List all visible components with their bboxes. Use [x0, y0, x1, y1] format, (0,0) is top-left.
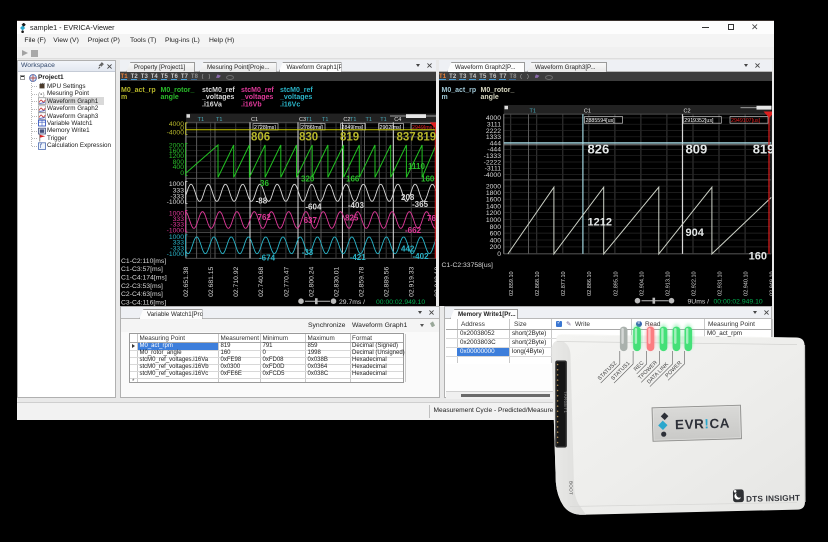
svg-text:C1-C2:110[ms]: C1-C2:110[ms] — [121, 258, 166, 265]
svg-text:BOOT: BOOT — [569, 481, 574, 495]
svg-text:02.913.10: 02.913.10 — [665, 271, 671, 295]
svg-text:.i16Vb: .i16Vb — [241, 101, 262, 108]
svg-text:M0_act_rp: M0_act_rp — [121, 87, 156, 94]
svg-text:02.940.10: 02.940.10 — [743, 271, 749, 295]
svg-text:02.931.10: 02.931.10 — [717, 271, 723, 295]
svg-text:02.889.56: 02.889.56 — [384, 266, 391, 296]
svg-text:9Ums /: 9Ums / — [687, 298, 709, 305]
svg-text:-365: -365 — [412, 200, 429, 209]
svg-text:02.681.15: 02.681.15 — [208, 266, 215, 296]
svg-text:768: 768 — [427, 214, 436, 223]
svg-text:-421: -421 — [350, 252, 367, 261]
svg-text:EVR!CA: EVR!CA — [675, 416, 730, 433]
svg-text:02.949.10: 02.949.10 — [769, 271, 772, 295]
svg-text:_voltages: _voltages — [201, 94, 234, 101]
svg-text:C3-C4:116[ms]: C3-C4:116[ms] — [121, 299, 166, 306]
svg-text:angle: angle — [480, 94, 498, 101]
svg-text:02.830.01: 02.830.01 — [333, 266, 340, 296]
svg-text:02.895.10: 02.895.10 — [613, 271, 619, 295]
svg-text:02.651.38: 02.651.38 — [183, 266, 190, 296]
svg-text:C1-C3:57[ms]: C1-C3:57[ms] — [121, 266, 163, 273]
svg-text:C1: C1 — [583, 108, 590, 114]
svg-text:_voltages: _voltages — [279, 94, 312, 101]
svg-text:02.922.10: 02.922.10 — [691, 271, 697, 295]
svg-text:M0_rotor_: M0_rotor_ — [161, 87, 195, 94]
svg-text:DTS INSIGHT: DTS INSIGHT — [746, 494, 800, 504]
svg-text:160: 160 — [421, 174, 435, 183]
svg-text:02.710.92: 02.710.92 — [233, 266, 240, 296]
svg-text:stcM0_ref: stcM0_ref — [202, 87, 235, 94]
svg-text:-402: -402 — [413, 251, 430, 260]
svg-text:02.877.10: 02.877.10 — [561, 271, 567, 295]
svg-text:00:00:02.949.10: 00:00:02.949.10 — [713, 298, 762, 305]
svg-text:826: 826 — [587, 141, 609, 156]
svg-text:1212: 1212 — [587, 216, 611, 228]
svg-text:819: 819 — [340, 131, 359, 143]
svg-text:00:00:02.949.10: 00:00:02.949.10 — [376, 299, 425, 306]
svg-text:809: 809 — [685, 141, 707, 156]
svg-text:C1-C2:33758[us]: C1-C2:33758[us] — [441, 261, 492, 268]
svg-text:TARGET1: TARGET1 — [563, 391, 568, 414]
svg-text:02.919.33: 02.919.33 — [409, 266, 416, 296]
svg-text:02.886.10: 02.886.10 — [587, 271, 593, 295]
svg-text:02.770.47: 02.770.47 — [283, 266, 290, 296]
svg-text:2885594[us]: 2885594[us] — [585, 118, 615, 124]
svg-text:02.868.10: 02.868.10 — [535, 271, 541, 295]
svg-text:C1-C4:174[ms]: C1-C4:174[ms] — [121, 274, 167, 281]
svg-text:02.949.10: 02.949.10 — [434, 266, 436, 296]
svg-text:C2: C2 — [683, 108, 690, 114]
svg-text:02.859.78: 02.859.78 — [359, 266, 366, 296]
svg-text:36: 36 — [260, 179, 269, 188]
svg-text:stcM0_ref: stcM0_ref — [280, 87, 313, 94]
svg-text:-604: -604 — [305, 202, 322, 211]
svg-text:2919352[us]: 2919352[us] — [684, 118, 714, 124]
svg-text:-33: -33 — [302, 248, 314, 257]
svg-text:320: 320 — [301, 174, 315, 183]
svg-text:0: 0 — [497, 250, 501, 257]
svg-text:02.859.10: 02.859.10 — [509, 271, 515, 295]
svg-text:0: 0 — [180, 169, 184, 176]
svg-text:819: 819 — [417, 131, 436, 143]
svg-text:806: 806 — [251, 131, 270, 143]
svg-text:1200: 1200 — [485, 210, 500, 217]
svg-text:-4000: -4000 — [483, 172, 501, 179]
svg-text:830: 830 — [299, 131, 318, 143]
svg-text:M0_act_rp: M0_act_rp — [441, 87, 476, 94]
svg-text:825: 825 — [345, 213, 359, 222]
svg-text:.i16Va: .i16Va — [202, 101, 222, 108]
svg-text:02.904.10: 02.904.10 — [639, 271, 645, 295]
svg-text:_voltages: _voltages — [240, 94, 273, 101]
svg-text:-1000: -1000 — [167, 251, 185, 258]
svg-text:M0_rotor_: M0_rotor_ — [480, 87, 514, 94]
svg-text:stcM0_ref: stcM0_ref — [241, 87, 274, 94]
svg-text:762: 762 — [258, 213, 272, 222]
svg-text:C2-C3:53[ms]: C2-C3:53[ms] — [121, 282, 163, 289]
svg-text:637: 637 — [304, 216, 318, 225]
svg-text:819: 819 — [752, 141, 771, 156]
svg-text:m: m — [441, 94, 447, 101]
svg-text:-88: -88 — [256, 196, 268, 205]
svg-text:-674: -674 — [259, 253, 276, 262]
svg-text:837: 837 — [397, 131, 416, 143]
svg-text:02.800.24: 02.800.24 — [308, 266, 315, 296]
svg-text:166: 166 — [346, 174, 360, 183]
svg-text:-403: -403 — [348, 201, 365, 210]
svg-text:1110: 1110 — [408, 162, 425, 171]
svg-text:29.7ms /: 29.7ms / — [339, 299, 365, 306]
svg-text:02.740.68: 02.740.68 — [258, 266, 265, 296]
svg-text:160: 160 — [748, 250, 766, 262]
svg-text:.i16Vc: .i16Vc — [280, 101, 300, 108]
svg-text:angle: angle — [161, 94, 179, 101]
svg-text:904: 904 — [685, 227, 704, 239]
svg-text:-4000: -4000 — [167, 129, 185, 136]
svg-text:m: m — [121, 94, 127, 101]
svg-text:C2-C4:63[ms]: C2-C4:63[ms] — [121, 291, 163, 298]
svg-text:-1000: -1000 — [167, 199, 185, 206]
svg-text:T1: T1 — [529, 108, 535, 114]
svg-text:2949107[us]: 2949107[us] — [731, 118, 761, 124]
svg-text:-662: -662 — [405, 226, 422, 235]
